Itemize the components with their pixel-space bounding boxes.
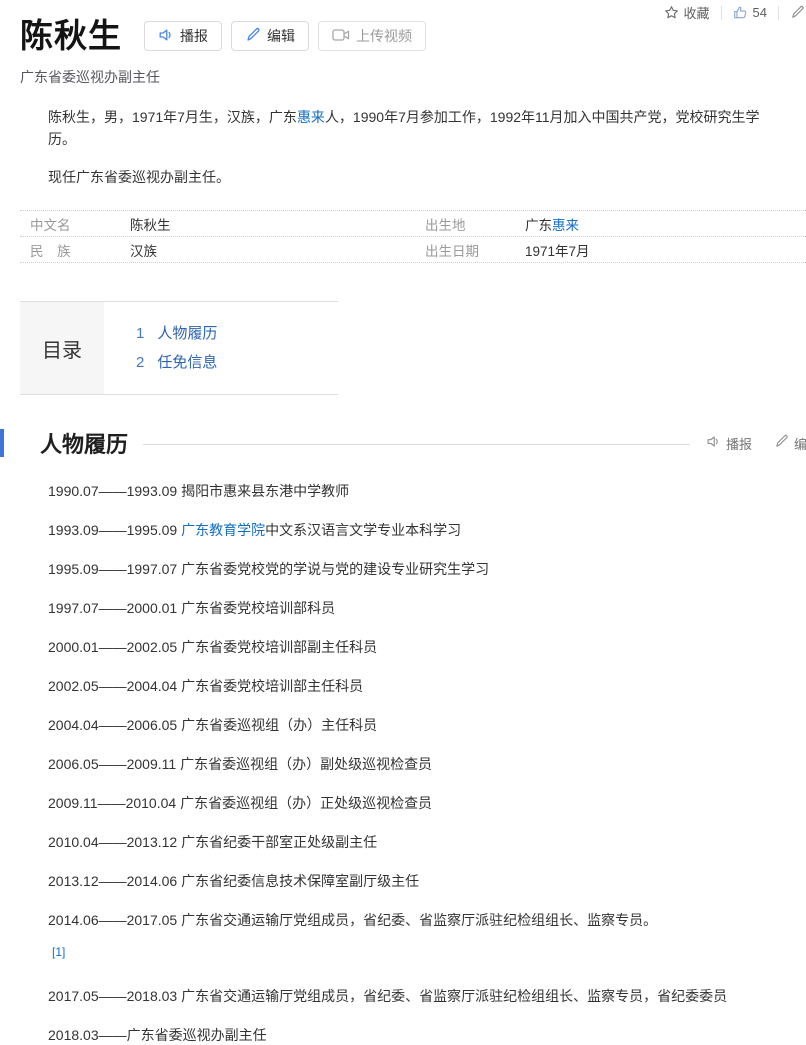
timeline-entry: 2006.05——2009.11 广东省委巡视组（办）副处级巡视检查员 [48,754,786,774]
section-edit-label: 编辑 [794,434,806,453]
guangdong-education-institute-link[interactable]: 广东教育学院 [181,522,265,538]
page-title: 陈秋生 [20,18,122,54]
timeline-entry: 2018.03——广东省委巡视办副主任 [48,1025,786,1045]
timeline-entry: 2010.04——2013.12 广东省纪委干部室正处级副主任 [48,832,786,852]
timeline-text: 中文系汉语言文学专业本科学习 [265,522,461,538]
top-action-bar: 收藏 54 [653,3,806,22]
play-audio-label: 播报 [180,26,208,46]
like-button[interactable]: 54 [722,5,778,20]
timeline-entry: 2002.05——2004.04 广东省委党校培训部主任科员 [48,676,786,696]
timeline-entry: 2013.12——2014.06 广东省纪委信息技术保障室副厅级主任 [48,871,786,891]
toc-item-appointment[interactable]: 2 任免信息 [136,348,217,377]
huilai-link[interactable]: 惠来 [552,218,579,233]
table-of-contents: 目录 1 人物履历 2 任免信息 [20,301,338,395]
pencil-icon [790,5,805,20]
info-value: 陈秋生 [130,214,171,234]
timeline-entry: 2000.01——2002.05 广东省委党校培训部副主任科员 [48,637,786,657]
favorite-button[interactable]: 收藏 [653,3,721,22]
timeline-entry: 2004.04——2006.05 广东省委巡视组（办）主任科员 [48,715,786,735]
section-divider [143,444,690,445]
info-label: 中文名 [30,214,130,234]
section-title: 人物履历 [40,427,128,459]
info-value: 汉族 [130,240,157,260]
thumb-up-icon [733,5,748,20]
toc-item-number: 2 [136,348,144,377]
basic-info-table: 中文名 陈秋生 出生地 广东惠来 民 族 汉族 出生日期 1971年7月 [20,210,806,263]
info-value: 广东惠来 [525,214,579,234]
info-value-text: 广东 [525,218,552,233]
page-subtitle: 广东省委巡视办副主任 [20,67,786,87]
summary-section: 陈秋生，男，1971年7月生，汉族，广东惠来人，1990年7月参加工作，1992… [48,107,786,188]
upload-video-button[interactable]: 上传视频 [318,21,426,51]
section-header-resume: 人物履历 播报 编辑 [0,428,806,458]
timeline-entry: 1990.07——1993.09 揭阳市惠来县东港中学教师 [48,481,786,501]
edit-label: 编辑 [267,26,295,46]
table-row: 民 族 汉族 出生日期 1971年7月 [20,237,806,263]
toc-item-label[interactable]: 人物履历 [157,319,217,348]
section-play-audio-button[interactable]: 播报 [706,434,752,453]
timeline-entry: 1993.09——1995.09 广东教育学院中文系汉语言文学专业本科学习 [48,520,786,540]
star-icon [664,5,679,20]
timeline-entry: 1995.09——1997.07 广东省委党校党的学说与党的建设专业研究生学习 [48,559,786,579]
info-label: 出生地 [425,214,525,234]
info-label: 出生日期 [425,240,525,260]
edit-button[interactable]: 编辑 [231,21,309,51]
video-camera-icon [332,28,350,45]
section-accent-bar [0,429,4,457]
timeline-entry: 1997.07——2000.01 广东省委党校培训部科员 [48,598,786,618]
pencil-icon [774,434,789,452]
section-play-label: 播报 [726,434,752,453]
like-count: 54 [753,5,767,20]
favorite-label: 收藏 [684,3,710,22]
toc-title: 目录 [20,302,104,394]
edit-shortcut-button[interactable] [779,5,806,20]
info-label: 民 族 [30,240,130,260]
reference-line: [1] [52,943,786,959]
timeline-entry: 2014.06——2017.05 广东省交通运输厅党组成员，省纪委、省监察厅派驻… [48,910,786,930]
section-edit-button[interactable]: 编辑 [774,434,806,453]
reference-1-link[interactable]: [1] [52,945,65,959]
summary-paragraph: 现任广东省委巡视办副主任。 [48,167,786,189]
toc-item-label[interactable]: 任免信息 [157,348,217,377]
upload-video-label: 上传视频 [356,26,412,46]
timeline-entry: 2017.05——2018.03 广东省交通运输厅党组成员，省纪委、省监察厅派驻… [48,986,786,1006]
timeline-text: 1993.09——1995.09 [48,522,181,538]
toc-item-number: 1 [136,319,144,348]
play-audio-button[interactable]: 播报 [144,21,222,51]
table-row: 中文名 陈秋生 出生地 广东惠来 [20,211,806,237]
resume-timeline: 1990.07——1993.09 揭阳市惠来县东港中学教师 1993.09——1… [48,481,786,1045]
toc-item-resume[interactable]: 1 人物履历 [136,319,217,348]
speaker-icon [158,27,174,46]
info-value: 1971年7月 [525,240,590,260]
huilai-link[interactable]: 惠来 [297,109,325,125]
pencil-icon [245,27,261,46]
summary-paragraph: 陈秋生，男，1971年7月生，汉族，广东惠来人，1990年7月参加工作，1992… [48,107,786,150]
summary-text: 陈秋生，男，1971年7月生，汉族，广东 [48,109,297,125]
speaker-icon [706,434,721,452]
timeline-entry: 2009.11——2010.04 广东省委巡视组（办）正处级巡视检查员 [48,793,786,813]
